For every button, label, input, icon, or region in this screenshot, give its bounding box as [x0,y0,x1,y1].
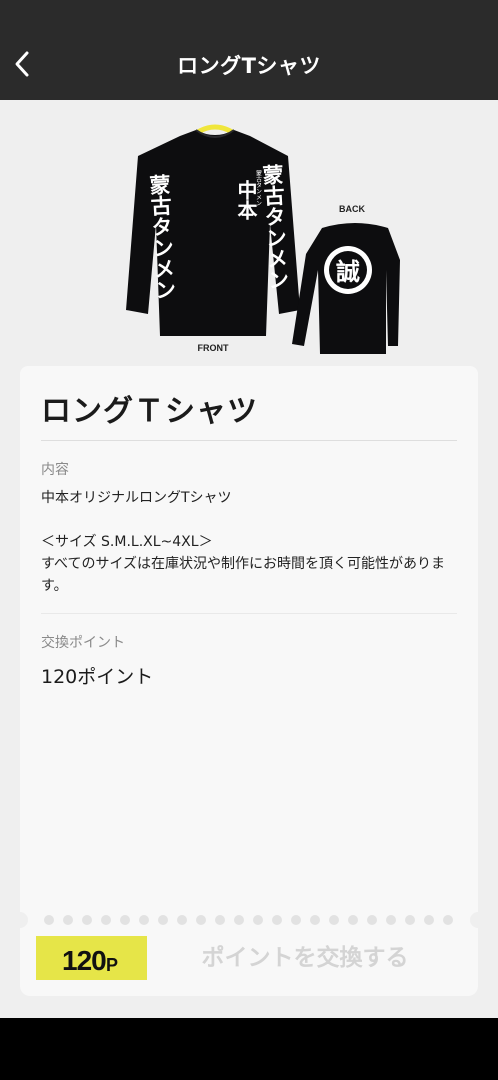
back-emblem: 誠 [336,257,360,286]
divider [41,440,457,441]
product-detail-card: ロングＴシャツ 内容 中本オリジナルロングTシャツ ＜サイズ S.M.L.XL~… [20,366,478,912]
contents-label: 内容 [41,462,69,478]
back-label: BACK [339,204,365,214]
ticket-perforation [20,912,478,928]
points-value: 120ポイント [41,666,154,688]
points-badge: 120 P [36,936,147,980]
points-label: 交換ポイント [41,635,125,651]
exchange-points-button[interactable]: ポイントを交換する [180,936,430,980]
description-line2: ＜サイズ S.M.L.XL~4XL＞ すべてのサイズは在庫状況や制作にお時間を頂… [41,534,446,594]
badge-number: 120 [62,945,107,976]
exchange-panel: 120 P ポイントを交換する [20,928,478,996]
product-title: ロングＴシャツ [41,394,258,429]
system-navigation-bar [0,1018,498,1080]
page-title: ロングTシャツ [177,54,321,78]
divider [41,613,457,614]
chest-small-text: 蒙古タンメン [255,169,262,206]
badge-unit: P [106,955,119,975]
product-image: 蒙古タンメン 蒙古タンメン 中本 蒙古タンメン FRONT 誠 BACK [0,100,498,365]
front-label: FRONT [198,343,229,353]
description-line1: 中本オリジナルロングTシャツ [41,490,232,506]
app-header: ロングTシャツ [0,0,498,100]
